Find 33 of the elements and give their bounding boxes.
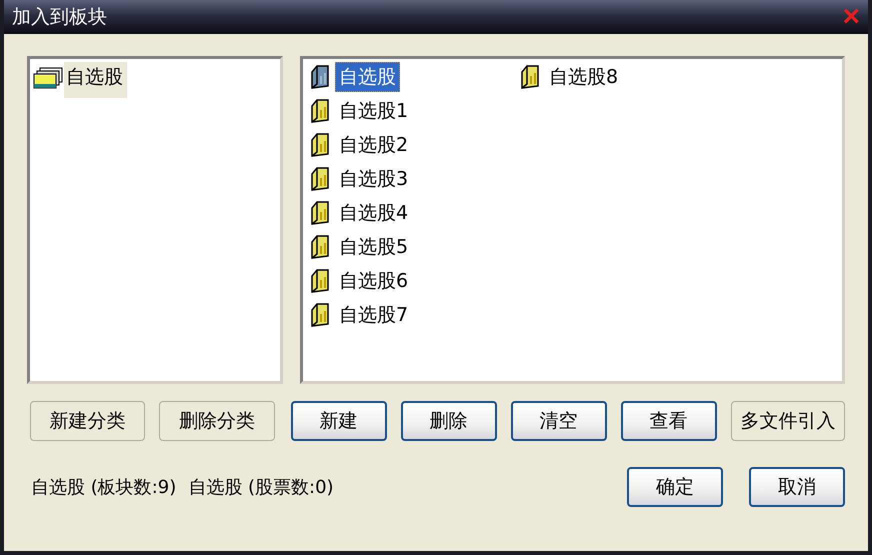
folder-icon [309, 268, 331, 294]
category-item[interactable]: 自选股 [64, 62, 127, 98]
block-item[interactable]: 自选股1 [335, 96, 412, 126]
action-button[interactable]: 新建分类 [30, 401, 146, 441]
block-item[interactable]: 自选股4 [335, 198, 412, 228]
action-button[interactable]: 清空 [510, 401, 607, 441]
folder-icon [309, 200, 331, 226]
action-button[interactable]: 新建 [290, 401, 387, 441]
action-button[interactable]: 删除分类 [159, 401, 275, 441]
category-list[interactable]: 自选股 [27, 56, 283, 384]
status-text: 自选股 (股票数:0) [188, 476, 334, 499]
folder-icon [309, 234, 331, 260]
folder-icon [309, 64, 331, 90]
dialog-button[interactable]: 确定 [627, 467, 723, 507]
block-item[interactable]: 自选股8 [545, 62, 622, 92]
block-item[interactable]: 自选股6 [335, 266, 412, 296]
block-item[interactable]: 自选股7 [335, 300, 412, 330]
block-item[interactable]: 自选股 [335, 62, 400, 92]
status-text: 自选股 (板块数:9) [31, 476, 176, 499]
block-item[interactable]: 自选股2 [335, 130, 412, 160]
folder-icon [309, 302, 331, 328]
action-button[interactable]: 查看 [620, 401, 717, 441]
block-item[interactable]: 自选股3 [335, 164, 412, 194]
action-button[interactable]: 删除 [400, 401, 497, 441]
action-button[interactable]: 多文件引入 [730, 401, 846, 441]
folder-icon [519, 64, 541, 90]
folder-icon [309, 98, 331, 124]
folder-icon [309, 166, 331, 192]
folders-icon [32, 66, 64, 90]
block-item[interactable]: 自选股5 [335, 232, 412, 262]
folder-icon [309, 132, 331, 158]
window-title: 加入到板块 [12, 5, 107, 30]
dialog-button[interactable]: 取消 [749, 467, 845, 507]
